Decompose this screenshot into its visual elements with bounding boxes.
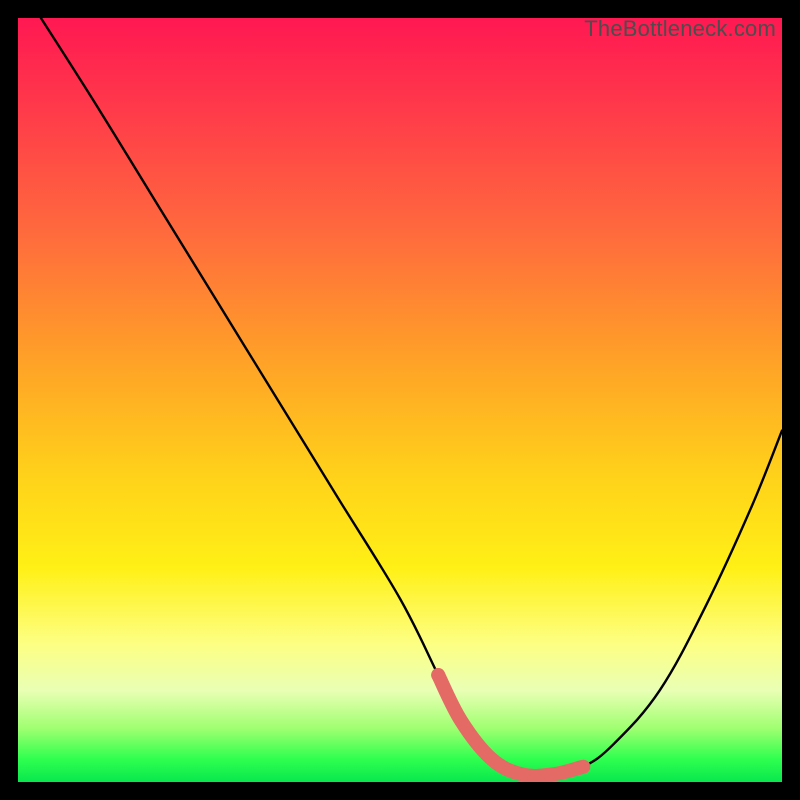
watermark-text: TheBottleneck.com (584, 16, 776, 42)
bottleneck-highlight-segment (438, 675, 583, 776)
bottleneck-curve (41, 18, 782, 776)
chart-frame: TheBottleneck.com (18, 18, 782, 782)
chart-overlay (18, 18, 782, 782)
bottleneck-highlight-dot (431, 668, 445, 682)
